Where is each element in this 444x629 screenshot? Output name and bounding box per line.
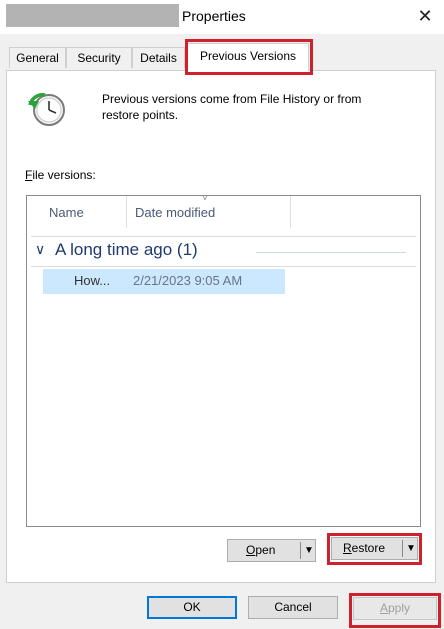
open-rest: pen bbox=[255, 543, 276, 557]
ok-button[interactable]: OK bbox=[147, 596, 237, 619]
clock-restore-icon bbox=[28, 93, 65, 126]
close-icon: ✕ bbox=[417, 6, 433, 26]
title-bar: Properties ✕ bbox=[0, 0, 444, 34]
open-hotkey: O bbox=[246, 543, 256, 557]
column-divider[interactable] bbox=[290, 196, 291, 228]
file-versions-rest: ile versions: bbox=[32, 168, 96, 182]
split-separator bbox=[300, 542, 301, 559]
file-versions-label: File versions: bbox=[25, 168, 96, 182]
previous-versions-panel: Previous versions come from File History… bbox=[6, 70, 436, 583]
close-button[interactable]: ✕ bbox=[410, 2, 440, 30]
tab-label: General bbox=[16, 51, 59, 65]
file-versions-list[interactable]: Name ˅ Date modified ∨ A long time ago (… bbox=[26, 193, 421, 527]
open-button[interactable]: Open ▼ bbox=[227, 539, 316, 562]
tab-highlight-box bbox=[185, 39, 313, 75]
column-divider[interactable] bbox=[126, 196, 127, 228]
window-title: Properties bbox=[182, 8, 246, 24]
item-name: How... bbox=[74, 273, 111, 288]
tab-security[interactable]: Security bbox=[66, 47, 132, 68]
column-header-name[interactable]: Name bbox=[49, 205, 84, 220]
tab-general[interactable]: General bbox=[9, 47, 66, 68]
open-button-label: Open bbox=[246, 540, 275, 561]
tab-label: Details bbox=[140, 51, 177, 65]
column-header-date-modified[interactable]: Date modified bbox=[135, 205, 215, 220]
list-item[interactable]: How... 2/21/2023 9:05 AM bbox=[43, 269, 285, 294]
sort-chevron-icon: ˅ bbox=[202, 193, 208, 204]
redacted-filename bbox=[6, 4, 179, 27]
chevron-down-icon[interactable]: ∨ bbox=[35, 241, 45, 258]
group-label: A long time ago (1) bbox=[55, 240, 198, 259]
apply-highlight-box bbox=[349, 593, 441, 628]
group-header[interactable]: ∨ A long time ago (1) bbox=[31, 236, 416, 267]
cancel-button[interactable]: Cancel bbox=[248, 596, 338, 619]
tab-details[interactable]: Details bbox=[132, 47, 185, 68]
restore-highlight-box bbox=[327, 533, 422, 565]
info-text: Previous versions come from File History… bbox=[102, 92, 362, 122]
open-dropdown-arrow-icon[interactable]: ▼ bbox=[304, 540, 314, 561]
tab-label: Security bbox=[77, 51, 121, 65]
group-divider bbox=[256, 252, 406, 253]
item-date-modified: 2/21/2023 9:05 AM bbox=[133, 273, 243, 288]
